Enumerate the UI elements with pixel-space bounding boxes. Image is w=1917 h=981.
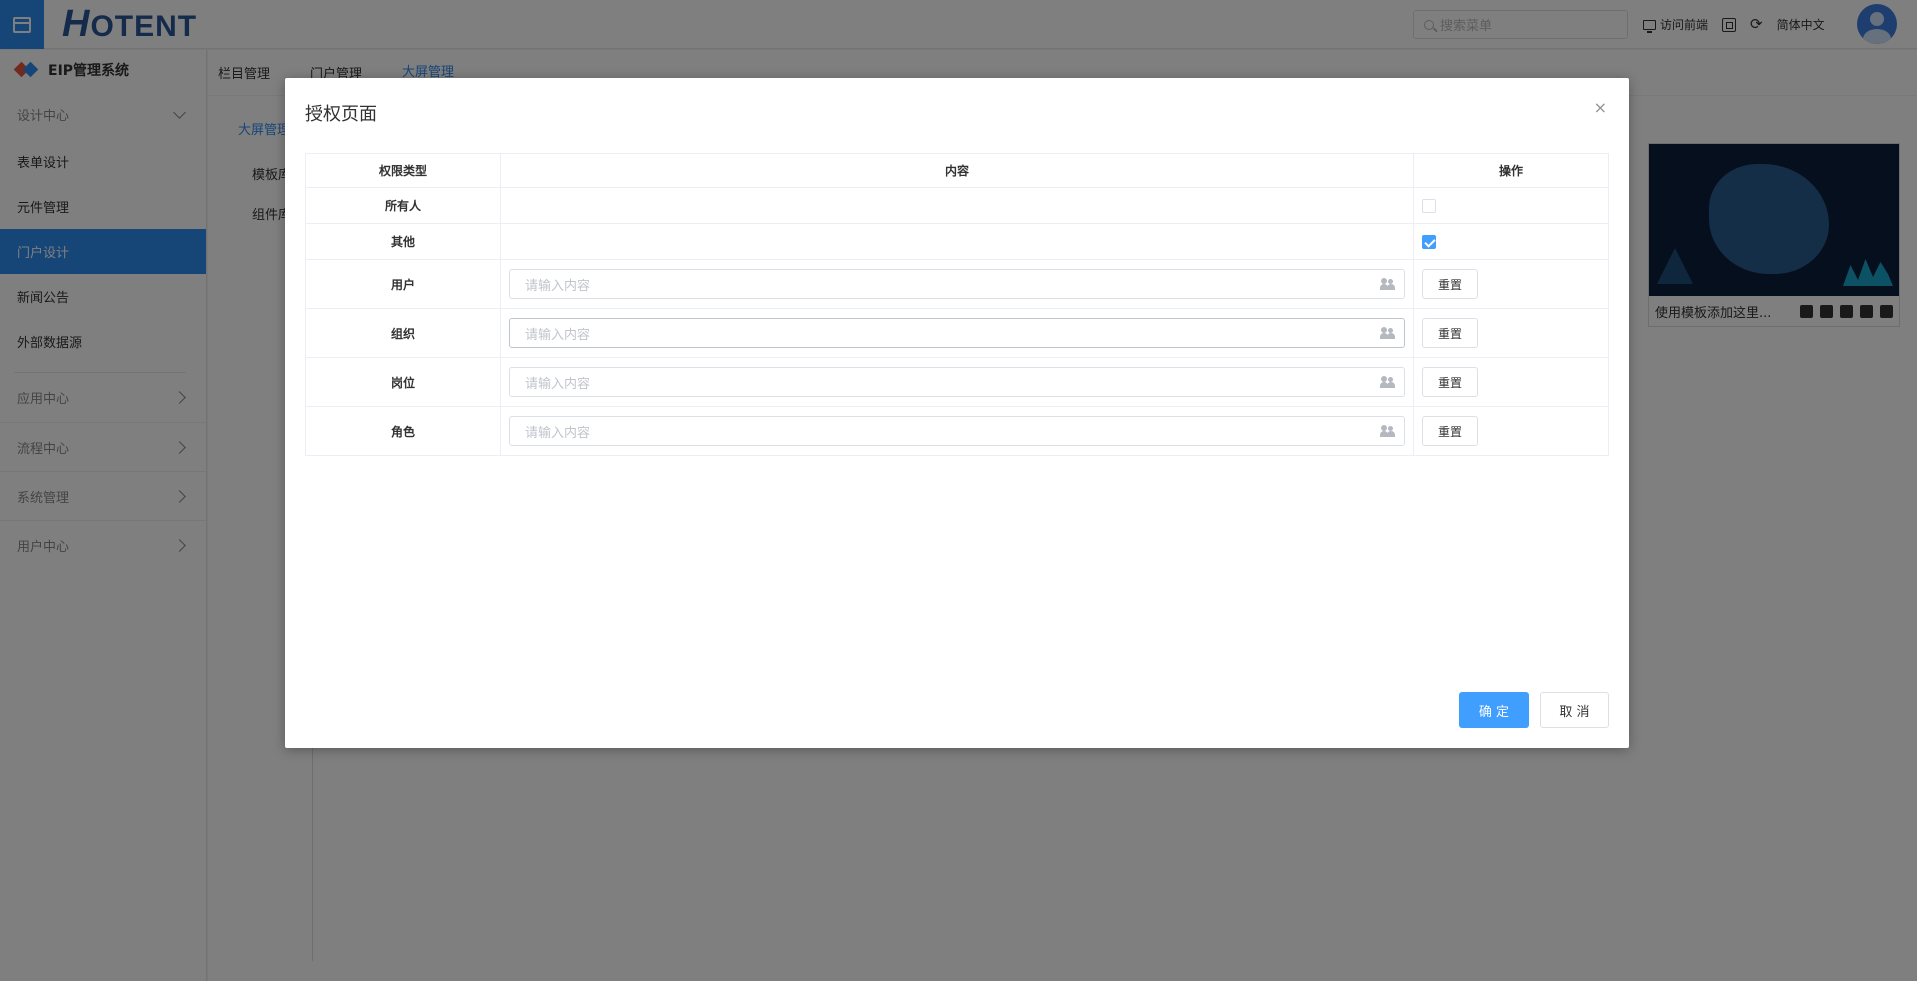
post-select-input[interactable]: 请输入内容 bbox=[509, 367, 1405, 397]
row-action: 重置 bbox=[1413, 406, 1609, 456]
table-row: 其他 bbox=[305, 223, 1609, 260]
row-action: 重置 bbox=[1413, 308, 1609, 358]
cancel-button[interactable]: 取 消 bbox=[1540, 692, 1609, 728]
dialog-title: 授权页面 bbox=[305, 104, 377, 125]
row-label-everyone: 所有人 bbox=[305, 187, 501, 224]
row-label-post: 岗位 bbox=[305, 357, 501, 407]
org-reset-button[interactable]: 重置 bbox=[1422, 318, 1479, 348]
row-content: 请输入内容 bbox=[500, 357, 1414, 407]
input-placeholder: 请输入内容 bbox=[525, 376, 591, 392]
row-content: 请输入内容 bbox=[500, 406, 1414, 456]
table-row: 角色 请输入内容 重置 bbox=[305, 406, 1609, 456]
row-label-other: 其他 bbox=[305, 223, 501, 260]
row-label-role: 角色 bbox=[305, 406, 501, 456]
table-row: 组织 请输入内容 重置 bbox=[305, 308, 1609, 358]
confirm-button[interactable]: 确 定 bbox=[1459, 692, 1529, 728]
row-content: 请输入内容 bbox=[500, 308, 1414, 358]
input-placeholder: 请输入内容 bbox=[525, 425, 591, 441]
users-icon[interactable] bbox=[1380, 327, 1395, 340]
column-header-action: 操作 bbox=[1413, 153, 1609, 188]
permission-table: 权限类型 内容 操作 所有人 其他 用户 请输入内容 重置 组织 请输入内容 重… bbox=[305, 153, 1609, 456]
user-select-input[interactable]: 请输入内容 bbox=[509, 269, 1405, 299]
user-reset-button[interactable]: 重置 bbox=[1422, 269, 1479, 299]
post-reset-button[interactable]: 重置 bbox=[1422, 367, 1479, 397]
table-row: 所有人 bbox=[305, 187, 1609, 224]
row-content-empty bbox=[500, 223, 1414, 260]
users-icon[interactable] bbox=[1380, 425, 1395, 438]
authorize-dialog: 授权页面 × 权限类型 内容 操作 所有人 其他 用户 请输入内容 重置 组织 … bbox=[285, 78, 1629, 748]
row-action: 重置 bbox=[1413, 259, 1609, 309]
row-action bbox=[1413, 223, 1609, 260]
column-header-content: 内容 bbox=[500, 153, 1414, 188]
org-select-input[interactable]: 请输入内容 bbox=[509, 318, 1405, 348]
table-row: 用户 请输入内容 重置 bbox=[305, 259, 1609, 309]
input-placeholder: 请输入内容 bbox=[525, 278, 591, 294]
everyone-checkbox[interactable] bbox=[1422, 198, 1436, 213]
users-icon[interactable] bbox=[1380, 376, 1395, 389]
row-content-empty bbox=[500, 187, 1414, 224]
table-row: 岗位 请输入内容 重置 bbox=[305, 357, 1609, 407]
column-header-type: 权限类型 bbox=[305, 153, 501, 188]
row-content: 请输入内容 bbox=[500, 259, 1414, 309]
row-label-org: 组织 bbox=[305, 308, 501, 358]
role-select-input[interactable]: 请输入内容 bbox=[509, 416, 1405, 446]
close-icon[interactable]: × bbox=[1594, 100, 1607, 116]
input-placeholder: 请输入内容 bbox=[525, 327, 591, 343]
row-label-user: 用户 bbox=[305, 259, 501, 309]
other-checkbox[interactable] bbox=[1422, 234, 1436, 249]
row-action bbox=[1413, 187, 1609, 224]
role-reset-button[interactable]: 重置 bbox=[1422, 416, 1479, 446]
users-icon[interactable] bbox=[1380, 278, 1395, 291]
row-action: 重置 bbox=[1413, 357, 1609, 407]
